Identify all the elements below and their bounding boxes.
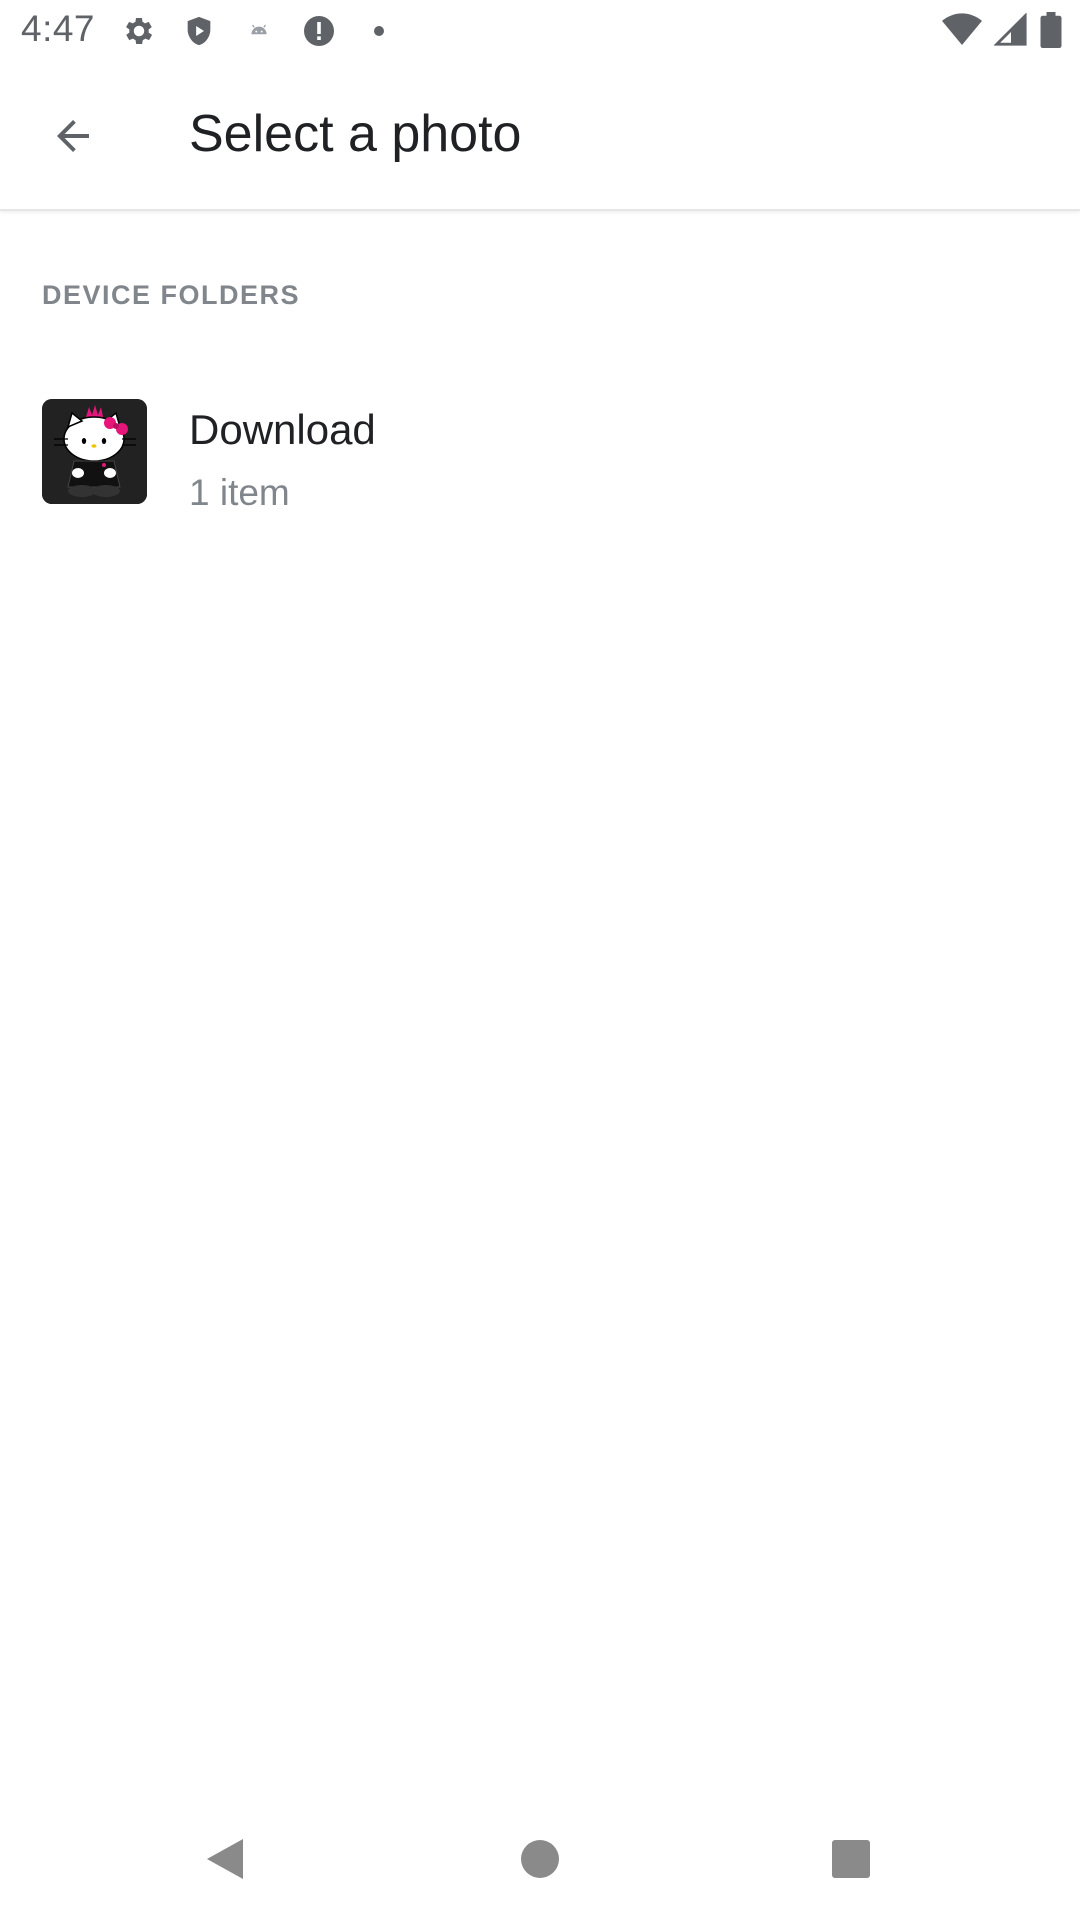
arrow-back-icon xyxy=(49,112,97,165)
navigation-bar xyxy=(0,1800,1080,1920)
home-circle-icon xyxy=(520,1839,560,1884)
folder-name: Download xyxy=(189,406,376,453)
back-triangle-icon xyxy=(203,1835,247,1888)
shield-play-icon xyxy=(180,12,218,50)
dot-icon xyxy=(360,12,398,50)
wifi-icon xyxy=(942,13,982,52)
signal-icon xyxy=(993,12,1028,52)
folder-thumbnail xyxy=(42,399,147,504)
status-bar: 4:47 xyxy=(0,0,1080,63)
status-icons-right xyxy=(942,12,1062,53)
battery-icon xyxy=(1040,12,1062,53)
status-time: 4:47 xyxy=(21,8,96,49)
nav-back-button[interactable] xyxy=(180,1816,270,1906)
back-button[interactable] xyxy=(34,99,112,177)
android-icon xyxy=(240,12,278,50)
section-header: DEVICE FOLDERS xyxy=(42,280,301,310)
app-bar: Select a photo xyxy=(0,63,1080,211)
alert-icon xyxy=(300,12,338,50)
page-title: Select a photo xyxy=(189,105,522,163)
nav-home-button[interactable] xyxy=(495,1816,585,1906)
nav-recents-button[interactable] xyxy=(806,1816,896,1906)
folder-item-count: 1 item xyxy=(189,472,290,513)
folder-item-download[interactable]: Download 1 item xyxy=(0,380,1080,530)
gear-icon xyxy=(120,12,158,50)
status-icons-left xyxy=(120,12,398,50)
recents-square-icon xyxy=(831,1839,871,1884)
